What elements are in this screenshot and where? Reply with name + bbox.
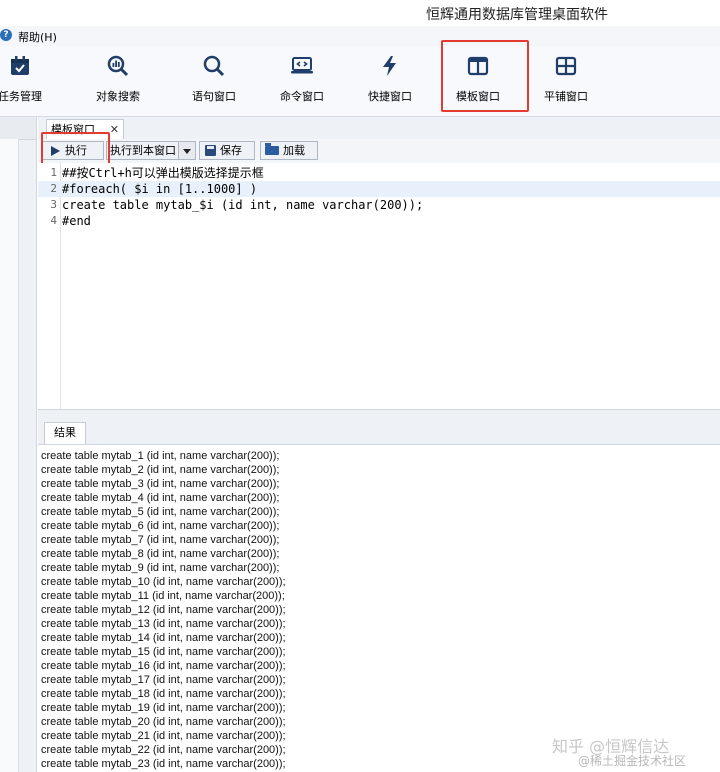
task-manager-label: 任务管理 — [0, 90, 42, 103]
result-row: create table mytab_22 (id int, name varc… — [41, 744, 286, 756]
code-editor[interactable]: 1 ##按Ctrl+h可以弹出模版选择提示框 2 #foreach( $i in… — [38, 163, 720, 409]
result-row: create table mytab_13 (id int, name varc… — [41, 618, 286, 630]
result-row: create table mytab_16 (id int, name varc… — [41, 660, 286, 672]
result-row: create table mytab_12 (id int, name varc… — [41, 604, 286, 616]
save-button-label: 保存 — [220, 144, 242, 157]
watermark-juejin: @稀土掘金技术社区 — [578, 754, 687, 768]
results-output[interactable]: create table mytab_1 (id int, name varch… — [38, 445, 720, 772]
code-text: ##按Ctrl+h可以弹出模版选择提示框 — [62, 166, 264, 180]
code-text: #end — [62, 214, 91, 228]
result-row: create table mytab_9 (id int, name varch… — [41, 562, 280, 574]
statement-window-label: 语句窗口 — [192, 90, 236, 103]
calendar-icon — [11, 56, 29, 75]
task-manager-button[interactable]: 任务管理 — [0, 46, 50, 108]
tile-window-button[interactable]: 平铺窗口 — [536, 46, 596, 108]
line-number: 1 — [50, 166, 57, 179]
left-panel — [0, 117, 37, 772]
help-icon: ? — [0, 29, 12, 41]
tab-results[interactable]: 结果 — [44, 422, 86, 444]
result-row: create table mytab_18 (id int, name varc… — [41, 688, 286, 700]
result-row: create table mytab_14 (id int, name varc… — [41, 632, 286, 644]
chevron-down-icon[interactable] — [178, 141, 196, 160]
result-row: create table mytab_7 (id int, name varch… — [41, 534, 280, 546]
result-row: create table mytab_11 (id int, name varc… — [41, 590, 285, 602]
result-row: create table mytab_4 (id int, name varch… — [41, 492, 280, 504]
run-to-window-label: 执行到本窗口 — [110, 144, 176, 157]
save-button[interactable]: 保存 — [199, 141, 255, 160]
result-row: create table mytab_15 (id int, name varc… — [41, 646, 286, 658]
load-button-label: 加载 — [283, 144, 305, 157]
command-window-button[interactable]: 命令窗口 — [272, 46, 332, 108]
code-line: 2 #foreach( $i in [1..1000] ) — [38, 181, 720, 197]
run-button-highlight — [41, 132, 110, 167]
save-icon — [205, 145, 216, 156]
command-window-label: 命令窗口 — [280, 90, 324, 103]
tile-window-label: 平铺窗口 — [544, 90, 588, 103]
title-bar: 恒辉通用数据库管理桌面软件 — [0, 0, 720, 26]
result-row: create table mytab_17 (id int, name varc… — [41, 674, 286, 686]
result-row: create table mytab_20 (id int, name varc… — [41, 716, 286, 728]
quick-window-button[interactable]: 快捷窗口 — [360, 46, 420, 108]
result-row: create table mytab_1 (id int, name varch… — [41, 450, 280, 462]
quick-window-label: 快捷窗口 — [368, 90, 412, 103]
window-title: 恒辉通用数据库管理桌面软件 — [426, 7, 608, 23]
code-line: 4 #end — [38, 213, 720, 229]
lightning-icon — [383, 56, 396, 76]
result-tabstrip: 结果 — [38, 418, 720, 445]
editor-tabstrip: 模板窗口 ✕ — [38, 117, 720, 140]
template-window-highlight — [441, 40, 529, 112]
menu-bar: ? 帮助(H) — [0, 26, 720, 46]
result-row: create table mytab_5 (id int, name varch… — [41, 506, 280, 518]
object-search-button[interactable]: 对象搜索 — [88, 46, 148, 108]
result-row: create table mytab_21 (id int, name varc… — [41, 730, 286, 742]
code-line: 1 ##按Ctrl+h可以弹出模版选择提示框 — [38, 165, 720, 181]
menu-help[interactable]: 帮助(H) — [18, 29, 57, 45]
result-row: create table mytab_23 (id int, name varc… — [41, 758, 286, 770]
folder-icon — [265, 143, 279, 155]
code-text: create table mytab_$i (id int, name varc… — [62, 198, 424, 212]
left-tab-strip — [0, 117, 36, 140]
result-row: create table mytab_10 (id int, name varc… — [41, 576, 286, 588]
result-row: create table mytab_3 (id int, name varch… — [41, 478, 280, 490]
result-row: create table mytab_6 (id int, name varch… — [41, 520, 280, 532]
object-search-label: 对象搜索 — [96, 90, 140, 103]
statement-window-button[interactable]: 语句窗口 — [184, 46, 244, 108]
result-row: create table mytab_8 (id int, name varch… — [41, 548, 280, 560]
code-line: 3 create table mytab_$i (id int, name va… — [38, 197, 720, 213]
magnifier-chart-icon — [107, 55, 129, 77]
grid-icon — [555, 56, 577, 76]
result-row: create table mytab_2 (id int, name varch… — [41, 464, 280, 476]
line-number: 3 — [50, 198, 57, 211]
line-number: 4 — [50, 214, 57, 227]
laptop-code-icon — [291, 57, 313, 74]
search-icon — [203, 55, 225, 77]
editor-toolbar: 执行 执行到本窗口 保存 加载 — [38, 132, 720, 167]
line-number: 2 — [50, 182, 57, 195]
left-scrollbar[interactable] — [0, 139, 19, 772]
close-icon[interactable]: ✕ — [110, 120, 119, 139]
editor-area: 模板窗口 ✕ 执行 执行到本窗口 保存 加载 1 ##按Ctrl+h可以弹出模版… — [38, 117, 720, 772]
load-button[interactable]: 加载 — [260, 141, 318, 160]
code-text: #foreach( $i in [1..1000] ) — [62, 182, 258, 196]
main-toolbar: 任务管理 对象搜索 语句窗口 命令窗口 快捷窗口 模板窗口 平铺窗口 — [0, 40, 720, 117]
result-row: create table mytab_19 (id int, name varc… — [41, 702, 286, 714]
